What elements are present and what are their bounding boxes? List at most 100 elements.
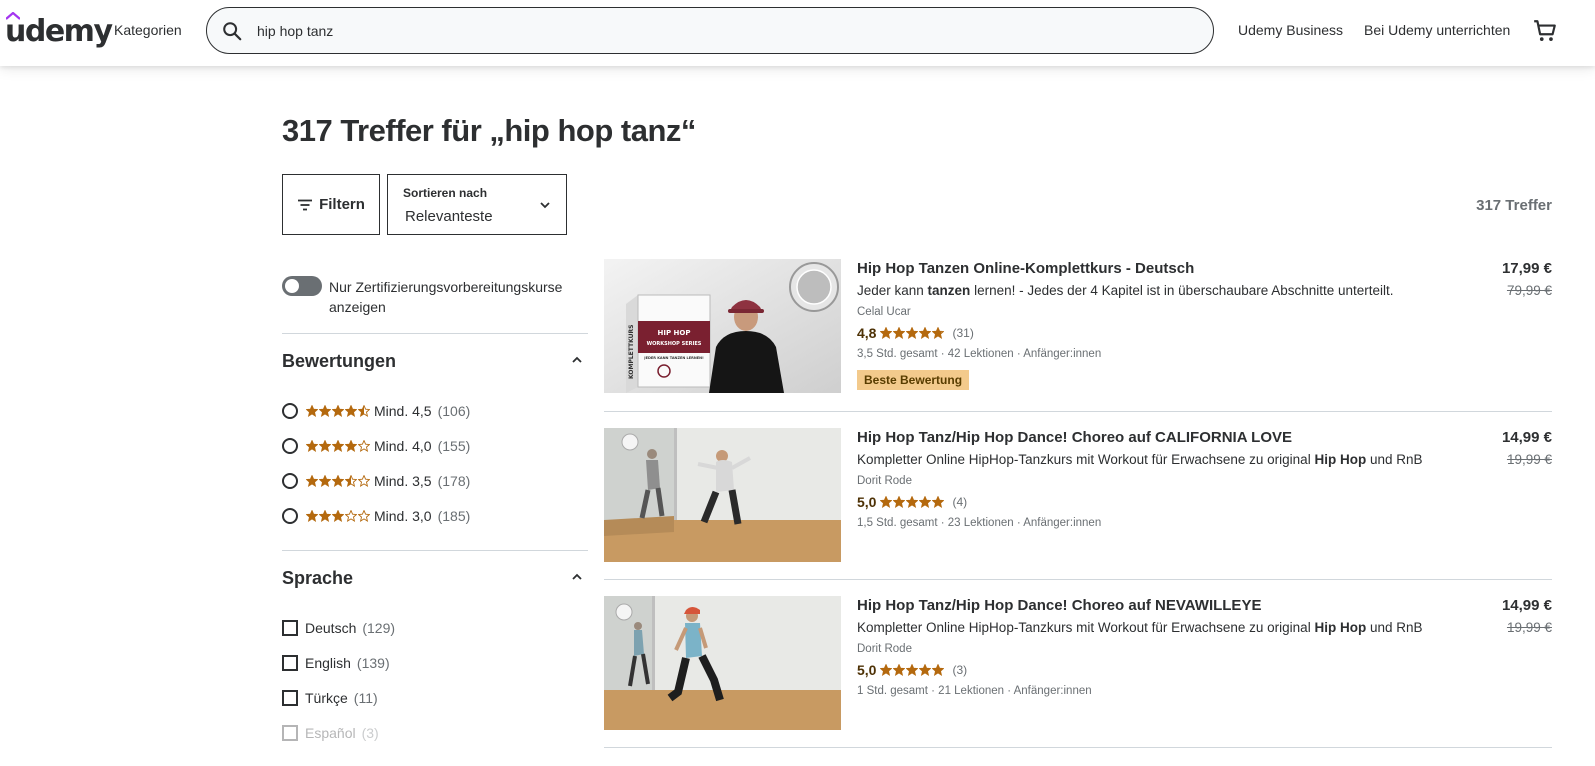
star-rating-icon	[880, 327, 945, 339]
language-filter-turkce[interactable]: Türkçe (11)	[282, 688, 378, 708]
star-icon	[345, 475, 357, 487]
course-card[interactable]: HIP HOP WORKSHOP SERIES JEDER KANN TANZE…	[604, 259, 1552, 393]
language-count: (129)	[362, 620, 396, 636]
star-icon	[319, 510, 331, 522]
course-title[interactable]: Hip Hop Tanzen Online-Komplettkurs - Deu…	[857, 260, 1194, 277]
star-icon	[880, 496, 893, 508]
star-icon	[919, 664, 932, 676]
rating-filter-count: (106)	[437, 403, 471, 419]
svg-text:KOMPLETTKURS: KOMPLETTKURS	[628, 325, 635, 379]
course-description: Kompletter Online HipHop-Tanzkurs mit Wo…	[857, 452, 1423, 467]
rating-filter-label: Mind. 4,0	[374, 438, 432, 454]
udemy-business-link[interactable]: Udemy Business	[1238, 22, 1343, 38]
udemy-logo[interactable]: udemy	[5, 14, 113, 49]
star-rating-icon	[306, 475, 370, 487]
course-price: 14,99 €	[1501, 597, 1552, 614]
search-input[interactable]	[257, 18, 1157, 44]
chevron-up-icon[interactable]	[570, 353, 584, 367]
star-icon	[306, 440, 318, 452]
language-count: (3)	[361, 725, 379, 741]
radio-button[interactable]	[282, 508, 298, 524]
rating-filter-count: (185)	[437, 508, 471, 524]
course-meta: 1,5 Std. gesamt · 23 Lektionen · Anfänge…	[857, 517, 1102, 529]
checkbox[interactable]	[282, 655, 298, 671]
rating-count: (31)	[952, 326, 974, 340]
course-rating: 4,8 (31)	[857, 325, 974, 341]
bestseller-badge: Beste Bewertung	[857, 370, 970, 390]
filter-button[interactable]: Filtern	[282, 174, 380, 235]
star-icon	[319, 440, 331, 452]
star-icon	[906, 496, 919, 508]
star-rating-icon	[880, 664, 945, 676]
ratings-section-title[interactable]: Bewertungen	[282, 351, 396, 372]
sort-dropdown[interactable]: Sortieren nach Relevanteste	[387, 174, 567, 235]
course-description: Jeder kann tanzen lernen! - Jedes der 4 …	[857, 283, 1394, 298]
toggle-knob	[285, 279, 299, 293]
card-divider	[604, 747, 1552, 748]
chevron-up-icon[interactable]	[570, 570, 584, 584]
course-title[interactable]: Hip Hop Tanz/Hip Hop Dance! Choreo auf C…	[857, 429, 1292, 446]
search-icon[interactable]	[221, 20, 243, 42]
rating-filter-3-0[interactable]: Mind. 3,0 (185)	[282, 506, 470, 526]
radio-button[interactable]	[282, 473, 298, 489]
checkbox[interactable]	[282, 620, 298, 636]
star-rating-icon	[306, 405, 370, 417]
star-icon	[319, 475, 331, 487]
course-thumbnail[interactable]: HIP HOP WORKSHOP SERIES JEDER KANN TANZE…	[604, 259, 841, 393]
course-original-price: 19,99 €	[1506, 620, 1552, 635]
rating-value: 5,0	[857, 494, 877, 510]
result-count: 317 Treffer	[1476, 197, 1552, 214]
language-filter-espanol[interactable]: Español (3)	[282, 723, 379, 743]
radio-button[interactable]	[282, 403, 298, 419]
card-divider	[604, 411, 1552, 412]
course-thumbnail[interactable]	[604, 428, 841, 562]
star-icon	[332, 405, 344, 417]
star-icon	[893, 664, 906, 676]
certification-toggle-label: Nur Zertifizierungsvorbereitungskurse an…	[329, 279, 563, 315]
course-rating: 5,0 (3)	[857, 662, 967, 678]
top-header: udemy Kategorien Udemy Business Bei Udem…	[0, 0, 1595, 66]
language-filter-english[interactable]: English (139)	[282, 653, 390, 673]
star-icon	[358, 405, 370, 417]
course-card[interactable]: Hip Hop Tanz/Hip Hop Dance! Choreo auf C…	[604, 428, 1552, 562]
checkbox[interactable]	[282, 725, 298, 741]
course-price: 17,99 €	[1501, 260, 1552, 277]
star-rating-icon	[306, 510, 370, 522]
certification-toggle[interactable]	[282, 276, 322, 296]
course-rating: 5,0 (4)	[857, 494, 967, 510]
star-icon	[932, 664, 945, 676]
rating-filter-4-0[interactable]: Mind. 4,0 (155)	[282, 436, 470, 456]
star-icon	[306, 405, 318, 417]
star-icon	[319, 405, 331, 417]
language-filter-deutsch[interactable]: Deutsch (129)	[282, 618, 395, 638]
language-section-title[interactable]: Sprache	[282, 568, 353, 589]
course-thumbnail[interactable]	[604, 596, 841, 730]
star-icon	[906, 664, 919, 676]
radio-button[interactable]	[282, 438, 298, 454]
star-icon	[332, 475, 344, 487]
course-card[interactable]: Hip Hop Tanz/Hip Hop Dance! Choreo auf N…	[604, 596, 1552, 730]
teach-on-udemy-link[interactable]: Bei Udemy unterrichten	[1364, 22, 1510, 38]
categories-link[interactable]: Kategorien	[114, 22, 182, 38]
filter-icon	[298, 199, 313, 210]
course-instructor: Dorit Rode	[857, 475, 912, 487]
course-meta: 3,5 Std. gesamt · 42 Lektionen · Anfänge…	[857, 348, 1102, 360]
rating-filter-4-5[interactable]: Mind. 4,5 (106)	[282, 401, 470, 421]
language-label: Türkçe	[305, 690, 348, 706]
rating-filter-label: Mind. 3,0	[374, 508, 432, 524]
sidebar-divider	[282, 333, 588, 334]
course-description: Kompletter Online HipHop-Tanzkurs mit Wo…	[857, 620, 1423, 635]
search-bar	[206, 7, 1214, 54]
course-title[interactable]: Hip Hop Tanz/Hip Hop Dance! Choreo auf N…	[857, 597, 1261, 614]
chevron-down-icon	[540, 202, 550, 209]
rating-value: 4,8	[857, 325, 877, 341]
language-label: Español	[305, 725, 356, 741]
star-icon	[306, 510, 318, 522]
shopping-cart-icon[interactable]	[1532, 18, 1558, 44]
checkbox[interactable]	[282, 690, 298, 706]
course-original-price: 79,99 €	[1506, 283, 1552, 298]
rating-filter-3-5[interactable]: Mind. 3,5 (178)	[282, 471, 470, 491]
rating-filter-count: (178)	[437, 473, 471, 489]
star-icon	[358, 510, 370, 522]
star-icon	[919, 327, 932, 339]
